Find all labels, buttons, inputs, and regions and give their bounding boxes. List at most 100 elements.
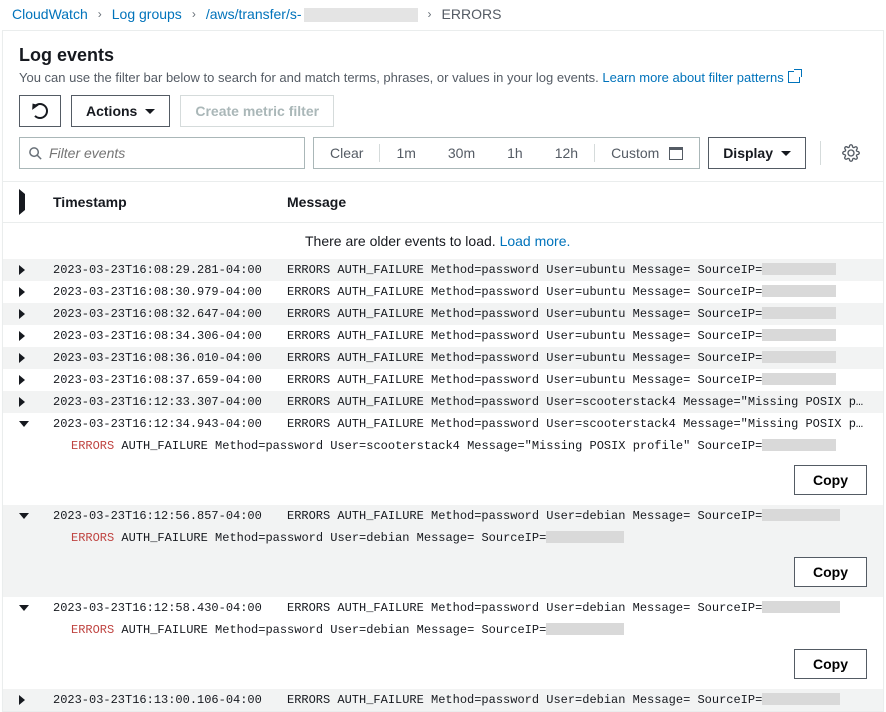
copy-button[interactable]: Copy bbox=[794, 465, 867, 495]
chevron-right-icon bbox=[19, 265, 25, 275]
chevron-right-icon bbox=[19, 695, 25, 705]
copy-row: Copy bbox=[3, 551, 883, 597]
actions-label: Actions bbox=[86, 103, 137, 119]
display-button[interactable]: Display bbox=[708, 137, 806, 169]
settings-button[interactable] bbox=[835, 137, 867, 169]
table-row: 2023-03-23T16:08:36.010-04:00 ERRORS AUT… bbox=[3, 347, 883, 369]
chevron-right-icon: › bbox=[96, 7, 104, 21]
redacted-text bbox=[546, 623, 624, 635]
error-label: ERRORS bbox=[71, 531, 114, 545]
timestamp: 2023-03-23T16:08:32.647-04:00 bbox=[53, 307, 287, 321]
actions-button[interactable]: Actions bbox=[71, 95, 170, 127]
table-row: 2023-03-23T16:08:34.306-04:00 ERRORS AUT… bbox=[3, 325, 883, 347]
message: ERRORS AUTH_FAILURE Method=password User… bbox=[287, 263, 867, 277]
table-header: Timestamp Message bbox=[3, 181, 883, 223]
breadcrumb-path[interactable]: /aws/transfer/s- bbox=[206, 6, 418, 22]
chevron-right-icon: › bbox=[426, 7, 434, 21]
filter-events-input[interactable] bbox=[43, 144, 296, 162]
page-subtitle: You can use the filter bar below to sear… bbox=[19, 70, 867, 85]
copy-row: Copy bbox=[3, 643, 883, 689]
column-timestamp: Timestamp bbox=[53, 194, 287, 210]
chevron-down-icon bbox=[19, 421, 29, 427]
table-row: 2023-03-23T16:12:58.430-04:00 ERRORS AUT… bbox=[3, 597, 883, 619]
expand-toggle[interactable] bbox=[19, 397, 53, 407]
filter-events-field[interactable] bbox=[19, 137, 305, 169]
redacted-text bbox=[762, 329, 836, 341]
gear-icon bbox=[842, 144, 860, 162]
range-1h-button[interactable]: 1h bbox=[491, 138, 539, 168]
chevron-down-icon bbox=[19, 513, 29, 519]
table-row: 2023-03-23T16:13:00.106-04:00 ERRORS AUT… bbox=[3, 689, 883, 711]
log-events-panel: Log events You can use the filter bar be… bbox=[2, 30, 884, 712]
expand-toggle[interactable] bbox=[19, 287, 53, 297]
expand-toggle[interactable] bbox=[19, 353, 53, 363]
older-events-notice: There are older events to load. Load mor… bbox=[3, 223, 883, 259]
message: ERRORS AUTH_FAILURE Method=password User… bbox=[287, 329, 867, 343]
timestamp: 2023-03-23T16:13:00.106-04:00 bbox=[53, 693, 287, 707]
chevron-right-icon bbox=[19, 331, 25, 341]
chevron-right-icon bbox=[19, 375, 25, 385]
timestamp: 2023-03-23T16:12:56.857-04:00 bbox=[53, 509, 287, 523]
timestamp: 2023-03-23T16:08:37.659-04:00 bbox=[53, 373, 287, 387]
message: ERRORS AUTH_FAILURE Method=password User… bbox=[287, 351, 867, 365]
table-row: 2023-03-23T16:12:56.857-04:00 ERRORS AUT… bbox=[3, 505, 883, 527]
create-metric-filter-button: Create metric filter bbox=[180, 95, 334, 127]
message: ERRORS AUTH_FAILURE Method=password User… bbox=[287, 373, 867, 387]
message-detail: ERRORS AUTH_FAILURE Method=password User… bbox=[3, 435, 883, 459]
divider bbox=[820, 141, 821, 165]
message: ERRORS AUTH_FAILURE Method=password User… bbox=[287, 693, 867, 707]
chevron-right-icon bbox=[19, 353, 25, 363]
message: ERRORS AUTH_FAILURE Method=password User… bbox=[287, 307, 867, 321]
redacted-text bbox=[762, 285, 836, 297]
range-30m-button[interactable]: 30m bbox=[432, 138, 491, 168]
table-row: 2023-03-23T16:08:32.647-04:00 ERRORS AUT… bbox=[3, 303, 883, 325]
learn-more-link[interactable]: Learn more about filter patterns bbox=[602, 70, 799, 85]
breadcrumb: CloudWatch › Log groups › /aws/transfer/… bbox=[0, 0, 886, 24]
copy-button[interactable]: Copy bbox=[794, 557, 867, 587]
timestamp: 2023-03-23T16:12:34.943-04:00 bbox=[53, 417, 287, 431]
table-row: 2023-03-23T16:08:30.979-04:00 ERRORS AUT… bbox=[3, 281, 883, 303]
redacted-text bbox=[762, 373, 836, 385]
breadcrumb-current: ERRORS bbox=[442, 6, 502, 22]
chevron-right-icon bbox=[19, 309, 25, 319]
copy-row: Copy bbox=[3, 459, 883, 505]
collapse-toggle[interactable] bbox=[19, 513, 53, 519]
expand-all-toggle[interactable] bbox=[19, 194, 53, 210]
expand-toggle[interactable] bbox=[19, 331, 53, 341]
subtitle-text: You can use the filter bar below to sear… bbox=[19, 70, 602, 85]
message-detail: ERRORS AUTH_FAILURE Method=password User… bbox=[3, 619, 883, 643]
breadcrumb-loggroups[interactable]: Log groups bbox=[112, 6, 182, 22]
expand-toggle[interactable] bbox=[19, 309, 53, 319]
load-more-link[interactable]: Load more. bbox=[500, 233, 571, 249]
collapse-toggle[interactable] bbox=[19, 605, 53, 611]
clear-range-button[interactable]: Clear bbox=[314, 138, 379, 168]
redacted-text bbox=[546, 531, 624, 543]
message: ERRORS AUTH_FAILURE Method=password User… bbox=[287, 417, 867, 431]
breadcrumb-cloudwatch[interactable]: CloudWatch bbox=[12, 6, 88, 22]
expand-toggle[interactable] bbox=[19, 265, 53, 275]
chevron-right-icon: › bbox=[190, 7, 198, 21]
redacted-text bbox=[762, 263, 836, 275]
collapse-toggle[interactable] bbox=[19, 421, 53, 427]
timestamp: 2023-03-23T16:08:29.281-04:00 bbox=[53, 263, 287, 277]
error-label: ERRORS bbox=[71, 623, 114, 637]
table-row: 2023-03-23T16:08:37.659-04:00 ERRORS AUT… bbox=[3, 369, 883, 391]
redacted-text bbox=[762, 601, 840, 613]
range-12h-button[interactable]: 12h bbox=[539, 138, 594, 168]
message: ERRORS AUTH_FAILURE Method=password User… bbox=[287, 509, 867, 523]
expand-toggle[interactable] bbox=[19, 695, 53, 705]
expand-toggle[interactable] bbox=[19, 375, 53, 385]
log-rows: 2023-03-23T16:08:29.281-04:00 ERRORS AUT… bbox=[3, 259, 883, 711]
redacted-text bbox=[762, 439, 836, 451]
redacted-text bbox=[762, 307, 836, 319]
timestamp: 2023-03-23T16:08:36.010-04:00 bbox=[53, 351, 287, 365]
chevron-down-icon bbox=[781, 151, 791, 156]
refresh-button[interactable] bbox=[19, 95, 61, 127]
external-link-icon bbox=[788, 71, 800, 83]
custom-label: Custom bbox=[611, 145, 659, 161]
column-message: Message bbox=[287, 194, 867, 210]
time-range-segment: Clear 1m 30m 1h 12h Custom bbox=[313, 137, 700, 169]
range-1m-button[interactable]: 1m bbox=[380, 138, 431, 168]
message-detail: ERRORS AUTH_FAILURE Method=password User… bbox=[3, 527, 883, 551]
range-custom-button[interactable]: Custom bbox=[595, 138, 699, 168]
